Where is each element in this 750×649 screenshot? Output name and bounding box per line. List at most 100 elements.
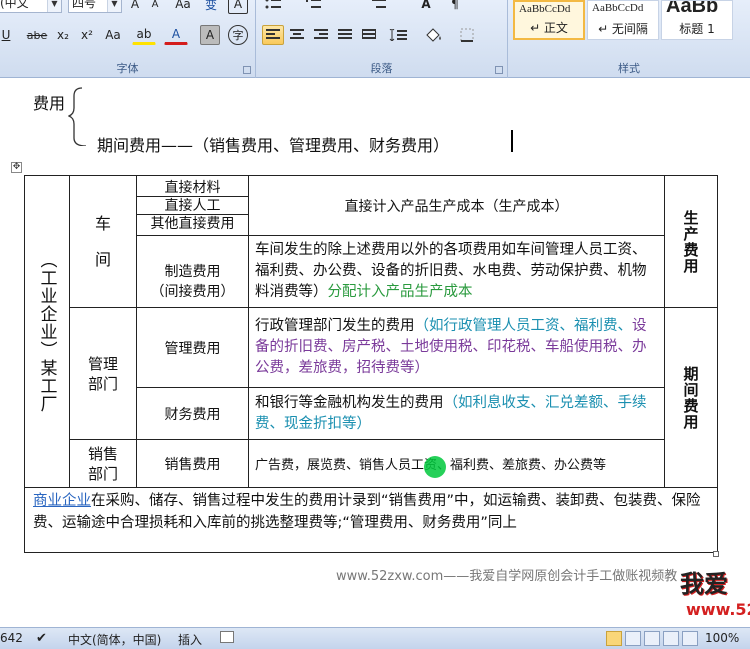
print-layout-view-button[interactable] — [606, 631, 622, 646]
sales-desc: 广告费，展览费、销售人员工资、福利费、差旅费、办公费等 — [248, 439, 665, 488]
sales-dept-cell: 销售部门 — [69, 439, 137, 488]
table-move-handle-icon[interactable]: ✥ — [11, 162, 22, 173]
mgmt-desc-cell: 行政管理部门发生的费用（如行政管理人员工资、福利费、设备的折旧费、房产税、土地使… — [248, 307, 665, 388]
mouse-pointer-highlight — [424, 456, 446, 478]
mgmt-fee-label: 管理费用 — [136, 307, 249, 388]
commerce-desc: 在采购、储存、销售过程中发生的费用计录到“销售费用”中，如运输费、装卸费、包装费… — [33, 493, 701, 531]
borders-button[interactable] — [454, 25, 480, 45]
multilevel-list-icon — [372, 0, 386, 8]
fin-desc-cell: 和银行等金融机构发生的费用（如利息收支、汇兑差额、手续费、现金折扣等） — [248, 387, 665, 440]
multilevel-list-button[interactable] — [368, 0, 390, 14]
commerce-lead: 商业企业 — [33, 493, 91, 509]
sort-button[interactable]: A — [414, 0, 438, 14]
clear-format-button[interactable]: Aa — [172, 0, 194, 14]
style-normal[interactable]: AaBbCcDd ↵ 正文 — [513, 0, 585, 40]
phonetic-button[interactable]: 变 — [200, 0, 222, 14]
style-normal-name: ↵ 正文 — [530, 21, 568, 35]
highlight-button[interactable]: ab — [132, 25, 156, 45]
numbering-icon — [306, 0, 321, 8]
web-layout-view-button[interactable] — [644, 631, 660, 646]
logo-url: www.52 — [686, 600, 750, 619]
document-page[interactable]: 费用 期间费用——（销售费用、管理费用、财务费用） ✥ （工业企业）某工厂 车 … — [0, 78, 750, 627]
zoom-level[interactable]: 100% — [705, 631, 739, 645]
workshop-label-2: 间 — [94, 249, 111, 269]
mgmt-dept-cell: 管理部门 — [69, 307, 137, 440]
dialog-launcher-icon[interactable] — [495, 66, 503, 74]
strikethrough-button[interactable]: abe — [24, 25, 50, 45]
status-bar: 642 ✔ 中文(简体，中国) 插入 100% — [0, 627, 750, 649]
shrink-font-button[interactable]: A — [146, 0, 164, 14]
style-heading-1[interactable]: AaBb 标题 1 — [661, 0, 733, 40]
fin-fee-label: 财务费用 — [136, 387, 249, 440]
bullets-button[interactable] — [262, 0, 284, 14]
show-marks-button[interactable]: ¶ — [444, 0, 466, 14]
period-cost-cell: 期间费用 — [664, 307, 718, 488]
borders-icon — [460, 28, 474, 42]
bullets-icon — [265, 0, 281, 9]
period-cost-label: 期间费用 — [681, 365, 700, 430]
fee-heading: 费用 — [33, 94, 66, 113]
draft-view-button[interactable] — [682, 631, 698, 646]
line-spacing-button[interactable] — [384, 25, 412, 45]
numbering-button[interactable] — [302, 0, 324, 14]
justify-button[interactable] — [334, 25, 356, 45]
spellcheck-icon[interactable]: ✔ — [36, 631, 47, 646]
align-left-icon — [266, 29, 280, 39]
paragraph-group: A ¶ 段落 — [256, 0, 508, 78]
brace-icon — [68, 87, 87, 146]
ribbon: (中文 ▼ 四号 ▼ A A Aa 变 A U abe x₂ x² Aa ab … — [0, 0, 750, 78]
align-left-button[interactable] — [262, 25, 284, 45]
enterprise-label: （工业企业）某工厂 — [36, 250, 57, 413]
char-border-button[interactable]: A — [228, 0, 248, 14]
language-indicator[interactable]: 中文(简体，中国) — [68, 631, 161, 648]
enclose-char-button[interactable]: 字 — [228, 25, 248, 45]
styles-group: AaBbCcDd ↵ 正文 AaBbCcDd ↵ 无间隔 AaBb 标题 1 样… — [508, 0, 750, 78]
distributed-icon — [362, 29, 376, 39]
full-screen-view-button[interactable] — [625, 631, 641, 646]
justify-icon — [338, 29, 352, 39]
watermark-text: www.52zxw.com——我爱自学网原创会计手工做账视频教 — [336, 569, 678, 584]
mgmt-desc-part1: （如行政管理人员工资、福利费、 — [414, 318, 633, 334]
mgmt-desc-main: 行政管理部门发生的费用 — [255, 318, 415, 334]
production-cost-cell: 生产费用 — [664, 175, 718, 308]
font-name-combo[interactable]: (中文 ▼ — [0, 0, 62, 13]
distributed-button[interactable] — [358, 25, 380, 45]
align-center-button[interactable] — [286, 25, 308, 45]
workshop-cell: 车 间 — [69, 175, 137, 308]
direct-labor: 直接人工 — [137, 197, 248, 215]
change-case-button[interactable]: Aa — [100, 25, 126, 45]
paint-bucket-icon — [426, 28, 441, 42]
grow-font-button[interactable]: A — [126, 0, 144, 14]
enterprise-cell: （工业企业）某工厂 — [24, 175, 70, 488]
other-direct: 其他直接费用 — [150, 215, 235, 232]
text-cursor — [511, 130, 513, 152]
direct-material: 直接材料 — [137, 179, 248, 197]
char-shading-button[interactable]: A — [200, 25, 220, 45]
shading-button[interactable] — [420, 25, 448, 45]
insert-mode-indicator[interactable]: 插入 — [178, 631, 202, 648]
sales-dept-label: 销售部门 — [87, 444, 118, 483]
sales-fee-label: 销售费用 — [136, 439, 249, 488]
chevron-down-icon[interactable]: ▼ — [47, 0, 61, 12]
style-no-spacing[interactable]: AaBbCcDd ↵ 无间隔 — [587, 0, 659, 40]
workshop-label-1: 车 — [94, 213, 111, 233]
dialog-launcher-icon[interactable] — [243, 66, 251, 74]
font-color-button[interactable]: A — [164, 25, 188, 45]
page-count[interactable]: 642 — [0, 631, 23, 645]
underline-button[interactable]: U — [0, 25, 16, 45]
font-group-label: 字体 — [116, 62, 139, 75]
period-fee-line: 期间费用——（销售费用、管理费用、财务费用） — [97, 136, 450, 155]
outline-view-button[interactable] — [663, 631, 679, 646]
align-right-button[interactable] — [310, 25, 332, 45]
superscript-button[interactable]: x² — [76, 25, 98, 45]
macro-record-icon[interactable] — [220, 631, 234, 643]
expense-table: （工业企业）某工厂 车 间 直接材料 直接人工 其他直接费用 直接计入产品生产成… — [24, 175, 718, 553]
table-resize-handle[interactable] — [713, 551, 719, 557]
subscript-button[interactable]: x₂ — [52, 25, 74, 45]
fin-desc-main: 和银行等金融机构发生的费用 — [255, 394, 444, 411]
style-heading-1-sample: AaBb — [666, 0, 719, 17]
font-size-combo[interactable]: 四号 ▼ — [68, 0, 122, 13]
align-center-icon — [290, 29, 304, 39]
chevron-down-icon[interactable]: ▼ — [107, 0, 121, 12]
line-spacing-icon — [389, 29, 407, 41]
